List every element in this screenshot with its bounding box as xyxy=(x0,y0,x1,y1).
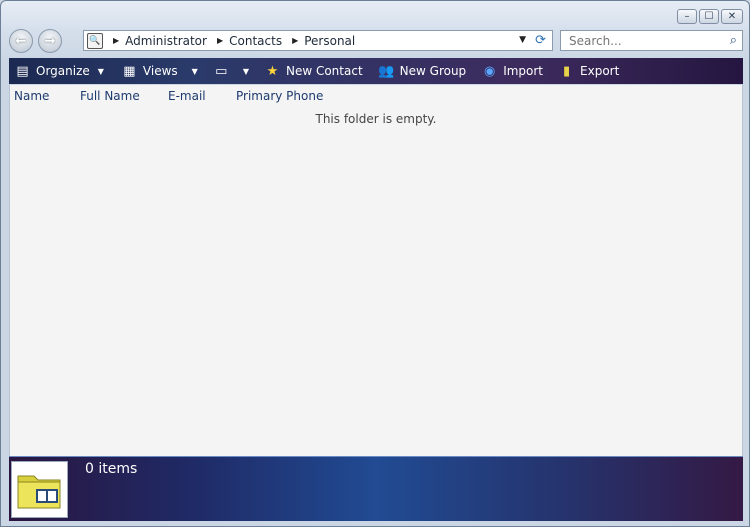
group-icon: 👥 xyxy=(378,63,395,79)
export-icon: ▮ xyxy=(562,63,571,79)
command-toolbar: ▤ Organize ▼ ▦ Views ▼ ▭ ▼ ★ New Contact… xyxy=(9,58,743,84)
minimize-button[interactable]: – xyxy=(677,9,697,24)
column-header-primary-phone[interactable]: Primary Phone xyxy=(236,89,323,103)
refresh-icon[interactable]: ⟳ xyxy=(535,33,546,48)
export-label: Export xyxy=(580,64,620,78)
search-box[interactable]: ⌕ xyxy=(560,30,743,51)
import-icon: ◉ xyxy=(484,63,496,79)
caption-buttons: – ☐ ✕ xyxy=(677,9,743,24)
breadcrumb-separator-icon[interactable]: ▶ xyxy=(292,36,298,45)
file-list-pane: Name Full Name E-mail Primary Phone This… xyxy=(9,85,743,456)
layout-button[interactable]: ▭ ▼ xyxy=(208,58,255,84)
breadcrumb-contacts[interactable]: Contacts xyxy=(229,34,282,48)
explorer-window: – ☐ ✕ ← → 🔍 ▶ Administrator ▶ Contacts ▶… xyxy=(0,0,750,527)
column-header-email[interactable]: E-mail xyxy=(168,89,206,103)
star-icon: ★ xyxy=(266,63,279,79)
new-contact-label: New Contact xyxy=(285,64,363,78)
close-button[interactable]: ✕ xyxy=(721,9,743,24)
chevron-down-icon[interactable]: ▼ xyxy=(519,35,526,45)
contacts-folder-icon xyxy=(17,475,61,509)
new-contact-button[interactable]: ★ New Contact xyxy=(259,58,369,84)
breadcrumb-separator-icon[interactable]: ▶ xyxy=(217,36,223,45)
item-count: 0 items xyxy=(85,461,138,477)
views-icon: ▦ xyxy=(123,63,136,79)
export-button[interactable]: ▮ Export xyxy=(553,58,625,84)
search-icon[interactable]: ⌕ xyxy=(730,33,737,48)
contacts-folder-icon: 🔍 xyxy=(87,32,103,49)
import-label: Import xyxy=(503,64,544,78)
breadcrumb-administrator[interactable]: Administrator xyxy=(125,34,207,48)
column-header-name[interactable]: Name xyxy=(14,89,49,103)
new-group-button[interactable]: 👥 New Group xyxy=(373,58,473,84)
views-button[interactable]: ▦ Views ▼ xyxy=(116,58,204,84)
chevron-down-icon: ▼ xyxy=(97,66,104,76)
maximize-button[interactable]: ☐ xyxy=(699,9,719,24)
column-header-full-name[interactable]: Full Name xyxy=(80,89,140,103)
chevron-down-icon: ▼ xyxy=(242,66,249,76)
breadcrumb-personal[interactable]: Personal xyxy=(304,34,355,48)
empty-folder-message: This folder is empty. xyxy=(315,112,437,126)
search-input[interactable] xyxy=(567,32,721,49)
layout-pane-icon: ▭ xyxy=(215,63,228,79)
forward-button[interactable]: → xyxy=(38,29,62,53)
views-label: Views xyxy=(142,64,178,78)
folder-thumbnail xyxy=(11,461,68,518)
import-button[interactable]: ◉ Import xyxy=(476,58,549,84)
details-pane: 0 items xyxy=(9,456,743,521)
organize-icon: ▤ xyxy=(16,63,29,79)
back-button[interactable]: ← xyxy=(9,29,33,53)
forward-arrow-icon: → xyxy=(44,33,56,49)
back-arrow-icon: ← xyxy=(15,33,27,49)
address-bar[interactable]: 🔍 ▶ Administrator ▶ Contacts ▶ Personal … xyxy=(83,30,553,51)
new-group-label: New Group xyxy=(399,64,467,78)
breadcrumb-separator-icon[interactable]: ▶ xyxy=(113,36,119,45)
organize-label: Organize xyxy=(36,64,90,78)
chevron-down-icon: ▼ xyxy=(191,66,198,76)
organize-button[interactable]: ▤ Organize ▼ xyxy=(9,58,110,84)
